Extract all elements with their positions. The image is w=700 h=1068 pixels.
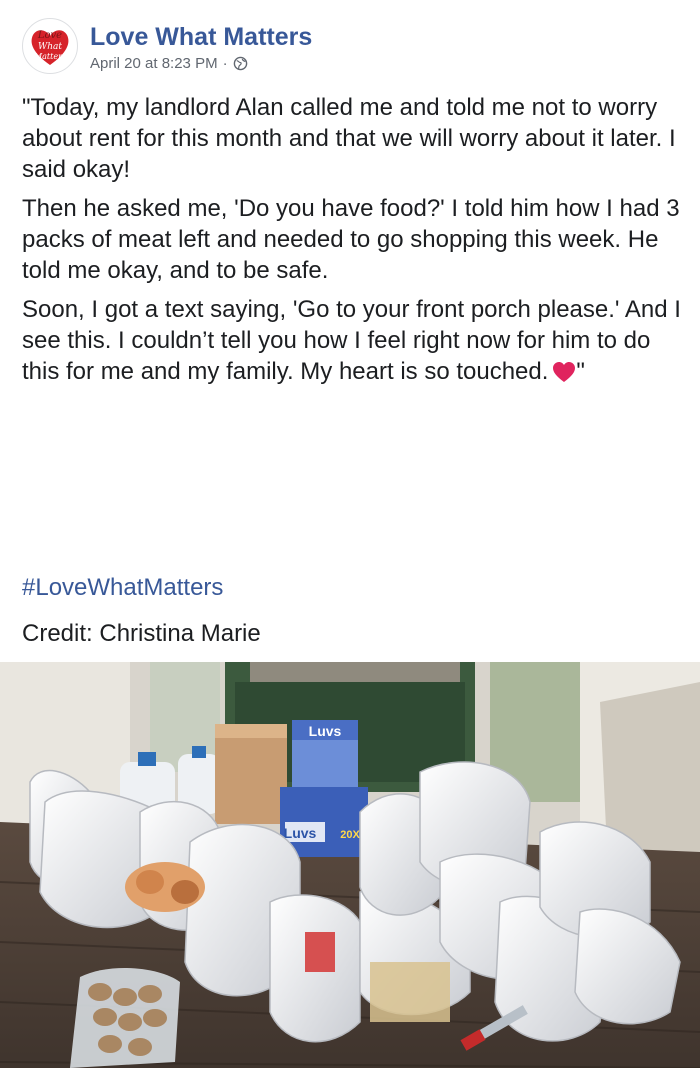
meta-separator: · (222, 55, 228, 72)
package-label-top: Luvs (309, 723, 342, 739)
post-photo[interactable]: Luvs Luvs 20X (0, 662, 700, 1068)
love-what-matters-logo: Love What Matters (31, 30, 69, 65)
post-meta: April 20 at 8:23 PM · (90, 55, 312, 72)
page-avatar[interactable]: Love What Matters (22, 18, 78, 74)
post-body: "Today, my landlord Alan called me and t… (22, 92, 682, 395)
post-timestamp[interactable]: April 20 at 8:23 PM (90, 55, 218, 72)
svg-text:What: What (38, 42, 62, 52)
red-heart-icon (553, 362, 576, 382)
svg-text:Matters: Matters (33, 52, 66, 61)
post-header: Love What Matters Love What Matters Apri… (22, 18, 312, 74)
porch-groceries-image: Luvs Luvs 20X (0, 662, 700, 1068)
page-name-link[interactable]: Love What Matters (90, 22, 312, 52)
hashtag-link[interactable]: #LoveWhatMatters (22, 574, 223, 602)
post-paragraph-last: Soon, I got a text saying, 'Go to your f… (22, 294, 682, 387)
package-count: 20X (340, 829, 360, 841)
post-paragraph: Then he asked me, 'Do you have food?' I … (22, 195, 680, 284)
credit-text: Credit: Christina Marie (22, 620, 261, 647)
package-label-bottom: Luvs (284, 825, 317, 841)
globe-icon[interactable] (233, 56, 248, 71)
svg-text:Love: Love (37, 30, 62, 41)
closing-quote: " (576, 358, 585, 385)
post-paragraph: "Today, my landlord Alan called me and t… (22, 94, 676, 183)
